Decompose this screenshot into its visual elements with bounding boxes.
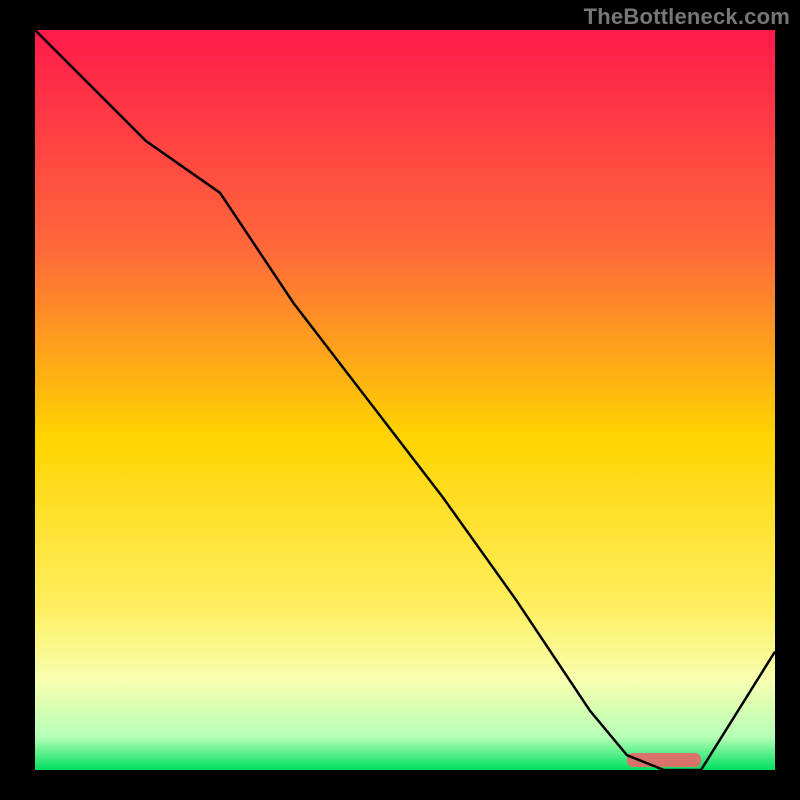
watermark-text: TheBottleneck.com [584, 4, 790, 30]
plot-frame [0, 0, 35, 800]
bottleneck-chart [0, 0, 800, 800]
chart-stage: TheBottleneck.com [0, 0, 800, 800]
plot-frame [0, 770, 800, 800]
plot-frame [775, 0, 800, 800]
